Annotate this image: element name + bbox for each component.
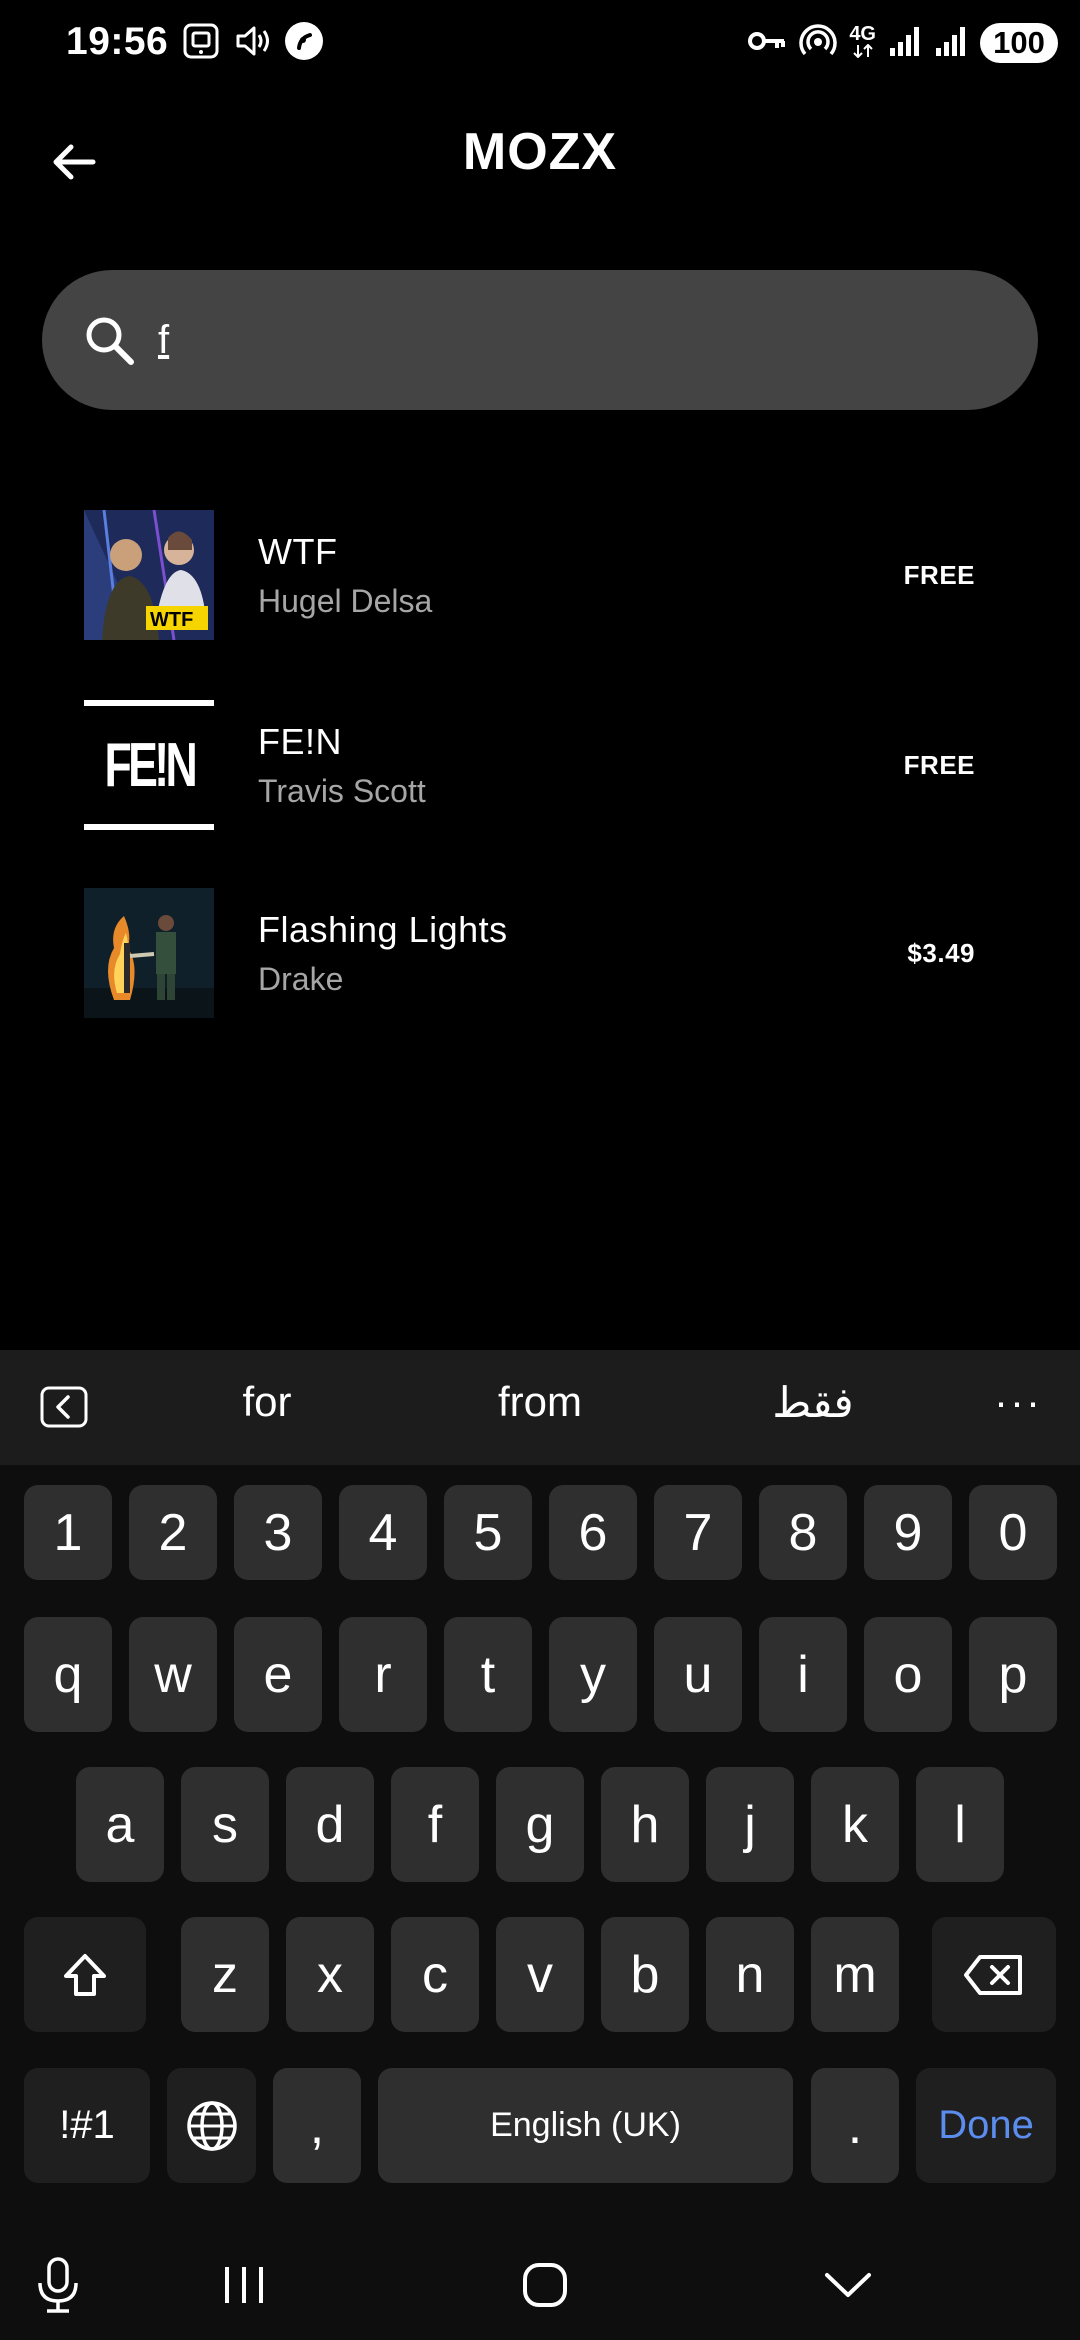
key-j[interactable]: j [706, 1767, 794, 1882]
more-options-icon[interactable]: ··· [994, 1378, 1042, 1426]
key-y[interactable]: y [549, 1617, 637, 1732]
key-d[interactable]: d [286, 1767, 374, 1882]
keyboard: for from فقط ··· 1234567890 qwertyuiop a… [0, 1350, 1080, 2340]
comma-key[interactable]: , [273, 2068, 361, 2183]
space-key[interactable]: English (UK) [378, 2068, 793, 2183]
key-2[interactable]: 2 [129, 1485, 217, 1580]
battery-icon: 100 [980, 23, 1058, 63]
svg-text:WTF: WTF [150, 609, 193, 631]
status-left-icons [182, 21, 324, 66]
album-cover-fein: FE!N [84, 700, 214, 830]
song-artist: Travis Scott [258, 772, 426, 809]
list-item[interactable]: Flashing Lights Drake $3.49 [0, 863, 1080, 1043]
hotspot-icon [799, 22, 837, 65]
list-item[interactable]: WTF WTF Hugel Delsa FREE [0, 485, 1080, 665]
key-l[interactable]: l [916, 1767, 1004, 1882]
album-cover-text: FE!N [104, 730, 197, 800]
backspace-key[interactable] [932, 1917, 1056, 2032]
key-4[interactable]: 4 [339, 1485, 427, 1580]
signal-icon [934, 24, 968, 63]
status-bar: 19:56 4G 100 [0, 0, 1080, 90]
key-r[interactable]: r [339, 1617, 427, 1732]
globe-icon [186, 2100, 237, 2151]
vibrate-icon [232, 22, 272, 65]
key-b[interactable]: b [601, 1917, 689, 2032]
key-c[interactable]: c [391, 1917, 479, 2032]
microphone-icon[interactable] [28, 2255, 88, 2315]
vpn-key-icon [747, 26, 787, 61]
song-title: FE!N [258, 720, 343, 762]
key-o[interactable]: o [864, 1617, 952, 1732]
status-right-icons: 4G 100 [747, 22, 1058, 64]
key-a[interactable]: a [76, 1767, 164, 1882]
key-i[interactable]: i [759, 1617, 847, 1732]
search-bar[interactable] [42, 270, 1038, 410]
key-p[interactable]: p [969, 1617, 1057, 1732]
album-cover-flashing-lights [84, 888, 214, 1018]
price-label: FREE [903, 559, 975, 590]
song-artist: Hugel Delsa [258, 582, 433, 619]
key-s[interactable]: s [181, 1767, 269, 1882]
key-t[interactable]: t [444, 1617, 532, 1732]
key-n[interactable]: n [706, 1917, 794, 2032]
key-6[interactable]: 6 [549, 1485, 637, 1580]
key-u[interactable]: u [654, 1617, 742, 1732]
price-label: $3.49 [907, 937, 975, 968]
album-cover-wtf: WTF [84, 510, 214, 640]
language-key[interactable] [167, 2068, 256, 2183]
key-w[interactable]: w [129, 1617, 217, 1732]
price-label: FREE [903, 749, 975, 780]
list-item[interactable]: FE!N FE!N Travis Scott FREE [0, 675, 1080, 855]
suggestion-item[interactable]: فقط [693, 1378, 933, 1427]
key-h[interactable]: h [601, 1767, 689, 1882]
key-0[interactable]: 0 [969, 1485, 1057, 1580]
key-q[interactable]: q [24, 1617, 112, 1732]
header: MOZX [0, 100, 1080, 210]
keyboard-collapse-icon[interactable] [40, 1386, 88, 1428]
suggestion-item[interactable]: from [420, 1378, 660, 1426]
shift-icon [64, 1953, 106, 1996]
key-9[interactable]: 9 [864, 1485, 952, 1580]
song-title: Flashing Lights [258, 908, 508, 950]
network-4g-icon: 4G [849, 23, 876, 61]
search-input[interactable] [156, 316, 940, 364]
shift-key[interactable] [24, 1917, 146, 2032]
screenshot-icon [182, 22, 220, 65]
search-icon [76, 307, 142, 373]
song-info: FE!N Travis Scott [258, 721, 426, 810]
backspace-icon [964, 1954, 1022, 1995]
home-icon[interactable] [515, 2255, 575, 2315]
recent-apps-icon[interactable] [214, 2255, 274, 2315]
suggestion-item[interactable]: for [147, 1378, 387, 1426]
key-x[interactable]: x [286, 1917, 374, 2032]
done-key[interactable]: Done [916, 2068, 1056, 2183]
period-key[interactable]: . [811, 2068, 899, 2183]
key-k[interactable]: k [811, 1767, 899, 1882]
song-title: WTF [258, 530, 338, 572]
key-m[interactable]: m [811, 1917, 899, 2032]
key-f[interactable]: f [391, 1767, 479, 1882]
status-time: 19:56 [66, 20, 169, 63]
key-3[interactable]: 3 [234, 1485, 322, 1580]
key-g[interactable]: g [496, 1767, 584, 1882]
suggestion-bar: for from فقط ··· [0, 1350, 1080, 1465]
page-title: MOZX [462, 123, 618, 181]
navigation-bar [0, 2225, 1080, 2340]
key-7[interactable]: 7 [654, 1485, 742, 1580]
key-1[interactable]: 1 [24, 1485, 112, 1580]
signal-icon [888, 24, 922, 63]
symbols-key[interactable]: !#1 [24, 2068, 150, 2183]
song-info: WTF Hugel Delsa [258, 531, 432, 620]
network-label: 4G [849, 23, 876, 45]
key-8[interactable]: 8 [759, 1485, 847, 1580]
key-5[interactable]: 5 [444, 1485, 532, 1580]
key-z[interactable]: z [181, 1917, 269, 2032]
app-notification-icon [284, 21, 324, 66]
key-v[interactable]: v [496, 1917, 584, 2032]
key-e[interactable]: e [234, 1617, 322, 1732]
song-info: Flashing Lights Drake [258, 909, 508, 998]
song-artist: Drake [258, 960, 344, 997]
chevron-down-icon[interactable] [818, 2255, 878, 2315]
